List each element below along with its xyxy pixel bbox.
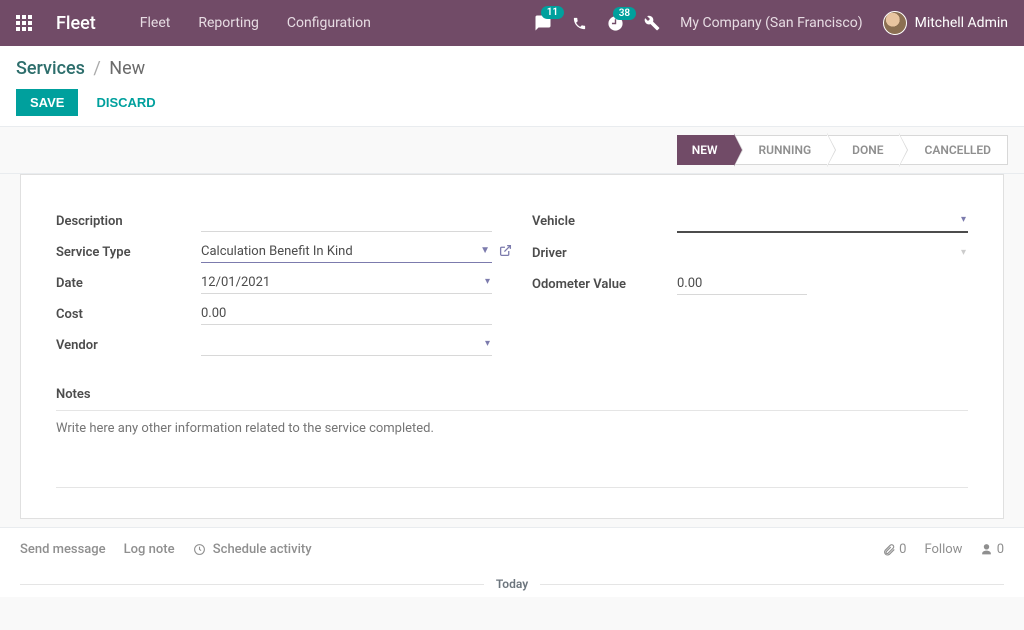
row-vehicle: Vehicle ▾ (532, 210, 968, 233)
nav-item-configuration[interactable]: Configuration (287, 15, 371, 31)
status-cancelled[interactable]: CANCELLED (899, 135, 1008, 165)
row-service-type: Service Type ▼ (56, 241, 492, 263)
status-new[interactable]: NEW (677, 135, 735, 165)
status-done[interactable]: DONE (827, 135, 900, 165)
schedule-activity-button[interactable]: Schedule activity (193, 542, 312, 557)
chatter-divider: Today (0, 571, 1024, 597)
external-link-icon[interactable] (499, 243, 512, 258)
user-name: Mitchell Admin (915, 15, 1008, 31)
label-service-type: Service Type (56, 245, 201, 260)
person-icon (980, 543, 993, 556)
field-date: ▾ (201, 272, 492, 294)
field-cost (201, 303, 492, 325)
statusbar: NEW RUNNING DONE CANCELLED (678, 135, 1008, 165)
label-vendor: Vendor (56, 338, 201, 353)
today-label: Today (484, 577, 540, 591)
save-button[interactable]: SAVE (16, 89, 78, 116)
field-vehicle: ▾ (677, 210, 968, 233)
log-note-button[interactable]: Log note (124, 542, 175, 557)
label-cost: Cost (56, 307, 201, 322)
row-odometer: Odometer Value (532, 273, 968, 295)
chatter-topbar: Send message Log note Schedule activity … (0, 528, 1024, 571)
field-vendor: ▾ (201, 334, 492, 356)
nav-left: Fleet Fleet Reporting Configuration (16, 13, 371, 34)
discard-button[interactable]: DISCARD (92, 89, 159, 116)
follow-button[interactable]: Follow (924, 542, 962, 557)
label-odometer: Odometer Value (532, 277, 677, 292)
field-odometer (677, 273, 807, 295)
vendor-input[interactable] (201, 334, 492, 356)
right-column: Vehicle ▾ Driver ▾ Odometer Value (532, 210, 968, 365)
schedule-activity-label: Schedule activity (213, 542, 312, 557)
chatter-right: 0 Follow 0 (882, 542, 1004, 557)
notes-textarea[interactable] (56, 421, 968, 451)
form-sheet: Description Service Type ▼ (20, 174, 1004, 519)
phone-icon[interactable] (572, 15, 587, 30)
followers-button[interactable]: 0 (980, 542, 1004, 557)
driver-input (677, 243, 968, 264)
debug-icon[interactable] (644, 15, 660, 31)
description-input[interactable] (201, 210, 492, 232)
nav-right: 11 38 My Company (San Francisco) Mitchel… (534, 11, 1008, 35)
clock-icon (193, 542, 209, 557)
send-message-button[interactable]: Send message (20, 542, 106, 557)
odometer-input[interactable] (677, 273, 807, 295)
notes-section: Notes (56, 387, 968, 488)
field-description (201, 210, 492, 232)
label-notes: Notes (56, 387, 968, 402)
field-driver: ▾ (677, 243, 968, 264)
messages-badge: 11 (541, 6, 564, 19)
service-type-input[interactable] (201, 241, 492, 263)
attachments-button[interactable]: 0 (882, 542, 907, 557)
left-column: Description Service Type ▼ (56, 210, 492, 365)
vehicle-input[interactable] (677, 210, 968, 233)
form-grid: Description Service Type ▼ (56, 210, 968, 365)
row-vendor: Vendor ▾ (56, 334, 492, 356)
activities-badge: 38 (613, 7, 636, 20)
breadcrumb-current: New (109, 58, 145, 79)
breadcrumb: Services / New (16, 58, 1008, 79)
row-driver: Driver ▾ (532, 242, 968, 264)
nav-item-reporting[interactable]: Reporting (198, 15, 259, 31)
paperclip-icon (882, 543, 896, 557)
action-buttons: SAVE DISCARD (16, 89, 1008, 116)
status-running[interactable]: RUNNING (734, 135, 829, 165)
avatar (883, 11, 907, 35)
notes-area (56, 410, 968, 488)
chatter: Send message Log note Schedule activity … (0, 527, 1024, 597)
apps-icon[interactable] (16, 15, 32, 31)
label-driver: Driver (532, 246, 677, 261)
breadcrumb-parent[interactable]: Services (16, 58, 85, 79)
app-brand[interactable]: Fleet (56, 13, 96, 34)
field-service-type: ▼ (201, 241, 492, 263)
statusbar-wrap: NEW RUNNING DONE CANCELLED (0, 127, 1024, 174)
breadcrumb-sep: / (93, 58, 100, 79)
followers-count: 0 (997, 542, 1004, 557)
company-selector[interactable]: My Company (San Francisco) (680, 15, 862, 31)
row-description: Description (56, 210, 492, 232)
row-date: Date ▾ (56, 272, 492, 294)
cost-input[interactable] (201, 303, 492, 325)
sheet-wrap: Description Service Type ▼ (0, 174, 1024, 519)
nav-item-fleet[interactable]: Fleet (140, 15, 171, 31)
activities-icon[interactable]: 38 (607, 15, 624, 32)
top-navbar: Fleet Fleet Reporting Configuration 11 3… (0, 0, 1024, 46)
user-menu[interactable]: Mitchell Admin (883, 11, 1008, 35)
attachments-count: 0 (899, 542, 906, 557)
nav-menu: Fleet Reporting Configuration (140, 15, 371, 31)
row-cost: Cost (56, 303, 492, 325)
label-vehicle: Vehicle (532, 214, 677, 229)
messages-icon[interactable]: 11 (534, 14, 552, 32)
control-panel: Services / New SAVE DISCARD (0, 46, 1024, 127)
label-description: Description (56, 214, 201, 229)
label-date: Date (56, 276, 201, 291)
date-input[interactable] (201, 272, 492, 294)
